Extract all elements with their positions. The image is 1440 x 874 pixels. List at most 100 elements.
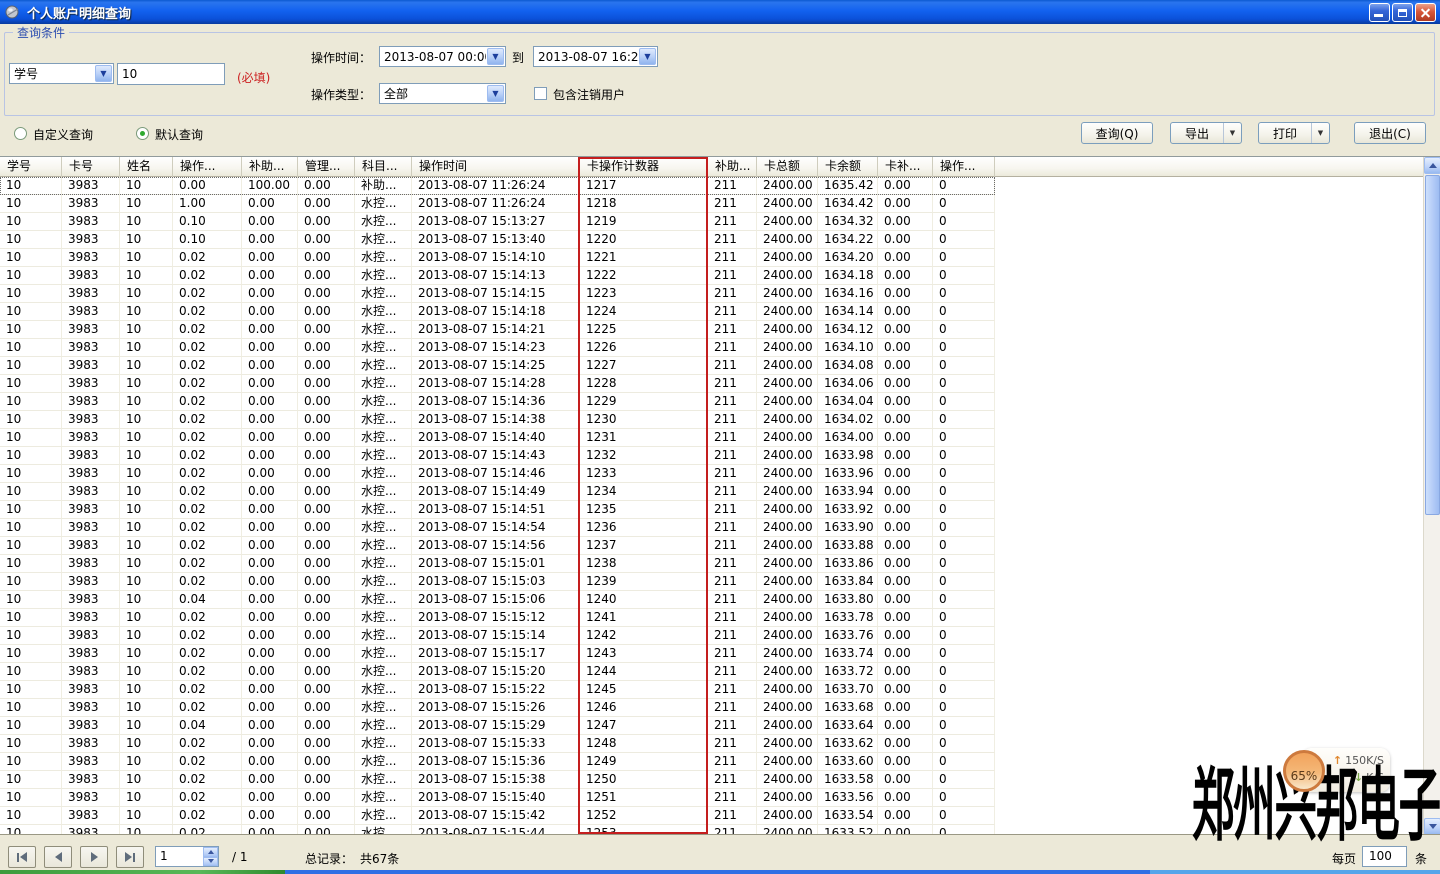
table-row[interactable]: 103983100.020.000.00水控...2013-08-07 15:1… <box>0 429 995 447</box>
scroll-up-icon[interactable] <box>1424 157 1440 174</box>
next-page-button[interactable] <box>80 846 108 868</box>
cell: 211 <box>708 231 757 249</box>
column-header[interactable]: 管理... <box>298 157 355 177</box>
table-row[interactable]: 103983100.020.000.00水控...2013-08-07 15:1… <box>0 285 995 303</box>
exit-button[interactable]: 退出(C) <box>1354 122 1426 144</box>
custom-query-radio[interactable] <box>14 127 27 140</box>
column-header[interactable]: 卡补... <box>878 157 933 177</box>
export-button[interactable]: 导出 ▼ <box>1170 122 1242 144</box>
table-row[interactable]: 103983100.020.000.00水控...2013-08-07 15:1… <box>0 249 995 267</box>
column-header[interactable]: 卡余额 <box>818 157 878 177</box>
column-header[interactable]: 卡操作计数器 <box>580 157 708 177</box>
close-button[interactable] <box>1415 3 1436 22</box>
last-page-button[interactable] <box>116 846 144 868</box>
table-row[interactable]: 103983100.020.000.00水控...2013-08-07 15:1… <box>0 645 995 663</box>
table-row[interactable]: 103983100.020.000.00水控...2013-08-07 15:1… <box>0 699 995 717</box>
table-row[interactable]: 103983100.020.000.00水控...2013-08-07 15:1… <box>0 501 995 519</box>
per-page-input[interactable]: 100 <box>1362 846 1407 867</box>
cell: 1222 <box>580 267 708 285</box>
chevron-down-icon[interactable]: ▼ <box>639 48 656 65</box>
minimize-button[interactable] <box>1369 3 1390 22</box>
table-row[interactable]: 103983101.000.000.00水控...2013-08-07 11:2… <box>0 195 995 213</box>
table-row[interactable]: 103983100.040.000.00水控...2013-08-07 15:1… <box>0 591 995 609</box>
column-header[interactable]: 操作... <box>173 157 242 177</box>
cell: 0 <box>933 825 995 834</box>
table-row[interactable]: 103983100.020.000.00水控...2013-08-07 15:1… <box>0 303 995 321</box>
table-row[interactable]: 103983100.020.000.00水控...2013-08-07 15:1… <box>0 267 995 285</box>
table-row[interactable]: 103983100.00100.000.00补助...2013-08-07 11… <box>0 177 995 195</box>
table-row[interactable]: 103983100.020.000.00水控...2013-08-07 15:1… <box>0 483 995 501</box>
print-button[interactable]: 打印 ▼ <box>1258 122 1330 144</box>
table-row[interactable]: 103983100.020.000.00水控...2013-08-07 15:1… <box>0 789 995 807</box>
cell: 10 <box>0 339 62 357</box>
prev-page-button[interactable] <box>44 846 72 868</box>
column-header[interactable]: 卡总额 <box>757 157 818 177</box>
chevron-down-icon[interactable]: ▼ <box>487 48 504 65</box>
spinner-down-icon[interactable] <box>203 857 218 867</box>
cell: 10 <box>0 447 62 465</box>
table-row[interactable]: 103983100.020.000.00水控...2013-08-07 15:1… <box>0 465 995 483</box>
table-row[interactable]: 103983100.040.000.00水控...2013-08-07 15:1… <box>0 717 995 735</box>
column-header[interactable]: 操作... <box>933 157 995 177</box>
cell: 10 <box>0 537 62 555</box>
column-header[interactable]: 学号 <box>0 157 62 177</box>
time-from-picker[interactable]: 2013-08-07 00:00 ▼ <box>379 46 506 67</box>
speed-badge-percent[interactable]: 65% <box>1283 750 1325 792</box>
cell: 10 <box>120 627 173 645</box>
table-row[interactable]: 103983100.020.000.00水控...2013-08-07 15:1… <box>0 321 995 339</box>
table-row[interactable]: 103983100.020.000.00水控...2013-08-07 15:1… <box>0 681 995 699</box>
query-button[interactable]: 查询(Q) <box>1081 122 1153 144</box>
table-row[interactable]: 103983100.020.000.00水控...2013-08-07 15:1… <box>0 393 995 411</box>
scroll-down-icon[interactable] <box>1424 818 1440 835</box>
op-type-select[interactable]: 全部 ▼ <box>379 83 506 104</box>
table-row[interactable]: 103983100.100.000.00水控...2013-08-07 15:1… <box>0 231 995 249</box>
table-row[interactable]: 103983100.020.000.00水控...2013-08-07 15:1… <box>0 375 995 393</box>
first-page-button[interactable] <box>8 846 36 868</box>
cell: 0.00 <box>242 537 298 555</box>
table-row[interactable]: 103983100.020.000.00水控...2013-08-07 15:1… <box>0 627 995 645</box>
default-query-label[interactable]: 默认查询 <box>155 126 203 143</box>
custom-query-label[interactable]: 自定义查询 <box>33 126 93 143</box>
spinner-up-icon[interactable] <box>203 847 218 857</box>
column-header[interactable]: 卡号 <box>62 157 120 177</box>
table-row[interactable]: 103983100.020.000.00水控...2013-08-07 15:1… <box>0 519 995 537</box>
time-to-picker[interactable]: 2013-08-07 16:21 ▼ <box>533 46 658 67</box>
restore-button[interactable] <box>1392 3 1413 22</box>
cell: 0.00 <box>878 537 933 555</box>
cell: 0.00 <box>242 573 298 591</box>
scrollbar-thumb[interactable] <box>1425 175 1440 515</box>
column-header[interactable]: 操作时间 <box>412 157 580 177</box>
cell: 1633.62 <box>818 735 878 753</box>
table-row[interactable]: 103983100.020.000.00水控...2013-08-07 15:1… <box>0 609 995 627</box>
table-row[interactable]: 103983100.020.000.00水控...2013-08-07 15:1… <box>0 537 995 555</box>
column-header[interactable]: 补助... <box>242 157 298 177</box>
column-header[interactable]: 姓名 <box>120 157 173 177</box>
table-row[interactable]: 103983100.020.000.00水控...2013-08-07 15:1… <box>0 555 995 573</box>
column-header[interactable]: 补助... <box>708 157 757 177</box>
default-query-radio[interactable] <box>136 127 149 140</box>
table-row[interactable]: 103983100.020.000.00水控...2013-08-07 15:1… <box>0 339 995 357</box>
include-cancelled-checkbox[interactable] <box>534 87 547 100</box>
cell: 1634.18 <box>818 267 878 285</box>
table-row[interactable]: 103983100.020.000.00水控...2013-08-07 15:1… <box>0 357 995 375</box>
column-header[interactable]: 科目... <box>355 157 412 177</box>
table-row[interactable]: 103983100.020.000.00水控...2013-08-07 15:1… <box>0 447 995 465</box>
table-row[interactable]: 103983100.020.000.00水控...2013-08-07 15:1… <box>0 825 995 834</box>
page-number-spinner[interactable]: 1 <box>155 846 219 867</box>
query-field-select[interactable]: 学号 ▼ <box>9 63 114 84</box>
chevron-down-icon[interactable]: ▼ <box>487 85 504 102</box>
vertical-scrollbar[interactable] <box>1423 157 1440 835</box>
export-dropdown-caret-icon[interactable]: ▼ <box>1223 123 1241 143</box>
table-row[interactable]: 103983100.020.000.00水控...2013-08-07 15:1… <box>0 411 995 429</box>
table-row[interactable]: 103983100.020.000.00水控...2013-08-07 15:1… <box>0 663 995 681</box>
print-dropdown-caret-icon[interactable]: ▼ <box>1311 123 1329 143</box>
table-row[interactable]: 103983100.020.000.00水控...2013-08-07 15:1… <box>0 753 995 771</box>
table-row[interactable]: 103983100.100.000.00水控...2013-08-07 15:1… <box>0 213 995 231</box>
query-value-input[interactable]: 10 <box>117 63 225 85</box>
table-row[interactable]: 103983100.020.000.00水控...2013-08-07 15:1… <box>0 573 995 591</box>
table-row[interactable]: 103983100.020.000.00水控...2013-08-07 15:1… <box>0 771 995 789</box>
table-row[interactable]: 103983100.020.000.00水控...2013-08-07 15:1… <box>0 735 995 753</box>
cell: 2400.00 <box>757 609 818 627</box>
table-row[interactable]: 103983100.020.000.00水控...2013-08-07 15:1… <box>0 807 995 825</box>
chevron-down-icon[interactable]: ▼ <box>95 65 112 82</box>
